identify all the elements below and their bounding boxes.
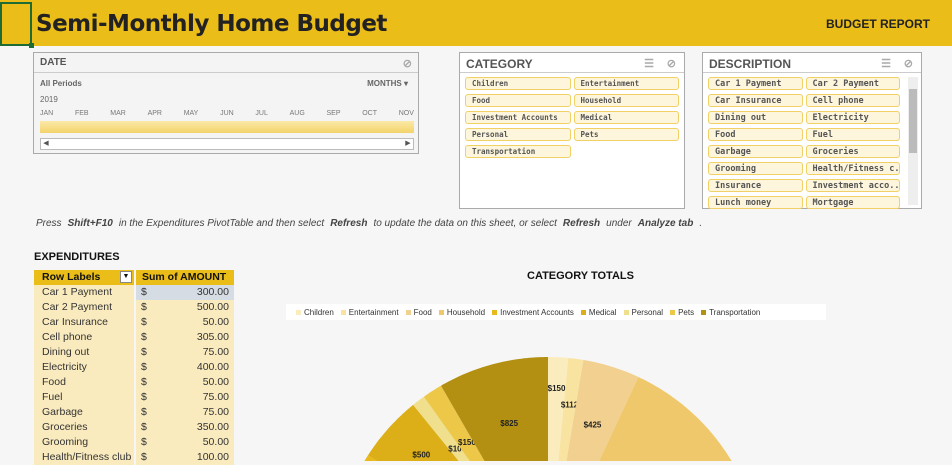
legend-item: Investment Accounts: [492, 308, 574, 317]
legend-swatch: [438, 309, 444, 315]
data-label: $150: [548, 384, 566, 393]
legend-item: Household: [438, 307, 486, 317]
data-label: $500: [412, 451, 430, 460]
legend-item: Personal: [623, 307, 664, 317]
data-label: $425: [584, 421, 602, 430]
legend-item: Transportation: [701, 308, 760, 317]
legend-swatch: [492, 309, 498, 315]
legend-swatch: [580, 309, 586, 315]
legend-label: Food: [413, 307, 432, 317]
legend-label: Medical: [588, 307, 617, 317]
data-label: $825: [500, 419, 518, 428]
legend-item: Medical: [580, 307, 617, 317]
legend-label: Investment Accounts: [500, 307, 574, 317]
legend-swatch: [623, 309, 629, 315]
legend-label: Personal: [631, 307, 664, 317]
legend-label: Transportation: [709, 307, 761, 317]
legend-swatch: [405, 309, 411, 315]
legend-label: Household: [446, 307, 486, 317]
legend-label: Entertainment: [348, 307, 399, 317]
legend-label: Pets: [678, 307, 695, 317]
legend-item: Food: [405, 307, 432, 317]
legend-swatch: [701, 309, 707, 315]
legend-item: Entertainment: [340, 307, 399, 317]
legend-item: Pets: [670, 308, 694, 317]
category-pie-chart: $150$112$425$500$100$150$825: [364, 357, 732, 461]
legend-item: Children: [296, 308, 334, 317]
worksheet: Semi-Monthly Home Budget BUDGET REPORT D…: [0, 0, 952, 465]
legend-swatch: [296, 309, 301, 315]
legend-swatch: [670, 309, 676, 315]
legend-swatch: [340, 309, 346, 315]
legend-label: Children: [304, 307, 334, 317]
chart-legend: Children Entertainment Food Household Invest…: [286, 304, 826, 320]
